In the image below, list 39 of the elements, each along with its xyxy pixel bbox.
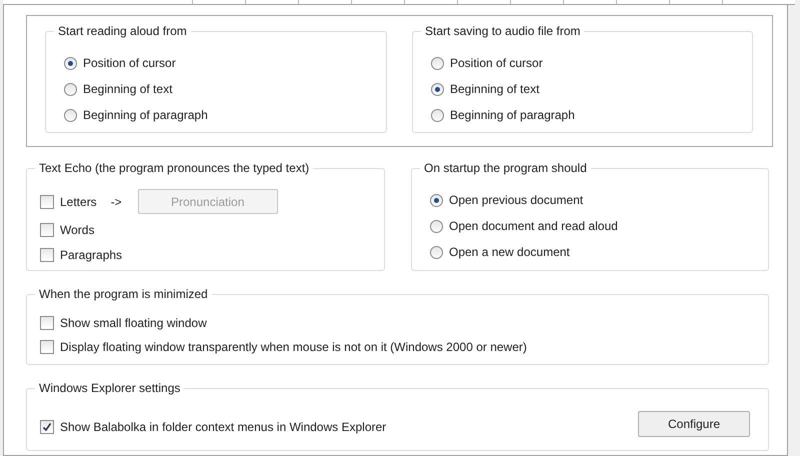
radio-button[interactable] [64,82,77,96]
checkbox[interactable] [40,420,54,434]
radio-button[interactable] [64,56,77,70]
checkbox-label: Letters [60,194,97,210]
checkbox-label: Display floating window transparently when mouse is not on it (Windows 2000 or newer) [60,339,527,356]
option-label: Beginning of text [83,81,172,98]
group-title: When the program is minimized [35,287,212,301]
checkbox-label: Paragraphs [60,247,122,264]
checkbox[interactable] [40,223,54,237]
group-title: Windows Explorer settings [35,381,184,395]
radio-button[interactable] [431,82,444,96]
option-label: Position of cursor [450,55,543,72]
arrow-text: -> [110,194,122,210]
check-icon [42,422,52,432]
option-label: Beginning of text [450,81,540,98]
checkbox[interactable] [40,248,54,262]
checkbox-label: Words [60,222,94,239]
checkbox[interactable] [40,316,54,330]
radio-button[interactable] [430,220,443,232]
option-label: Open a new document [449,244,570,261]
checkbox-label: Show small floating window [60,315,207,332]
checkbox[interactable] [40,194,54,208]
radio-button[interactable] [431,56,444,70]
checkbox[interactable] [40,340,54,354]
radio-button[interactable] [430,194,443,206]
group-title: Text Echo (the program pronounces the typed text) [35,161,314,175]
configure-button[interactable]: Configure [638,411,750,437]
option-label: Open previous document [449,192,584,209]
radio-button[interactable] [430,246,443,258]
option-label: Open document and read aloud [449,218,618,235]
checkbox-label: Show Balabolka in folder context menus in Windows Explorer [60,419,386,436]
group-title: Start reading aloud from [54,24,191,38]
group-title: On startup the program should [420,161,591,175]
option-label: Beginning of paragraph [450,107,575,124]
radio-button[interactable] [64,108,77,122]
option-label: Position of cursor [83,55,176,72]
option-label: Beginning of paragraph [83,107,208,124]
radio-button[interactable] [431,108,444,122]
group-title: Start saving to audio file from [421,24,584,38]
